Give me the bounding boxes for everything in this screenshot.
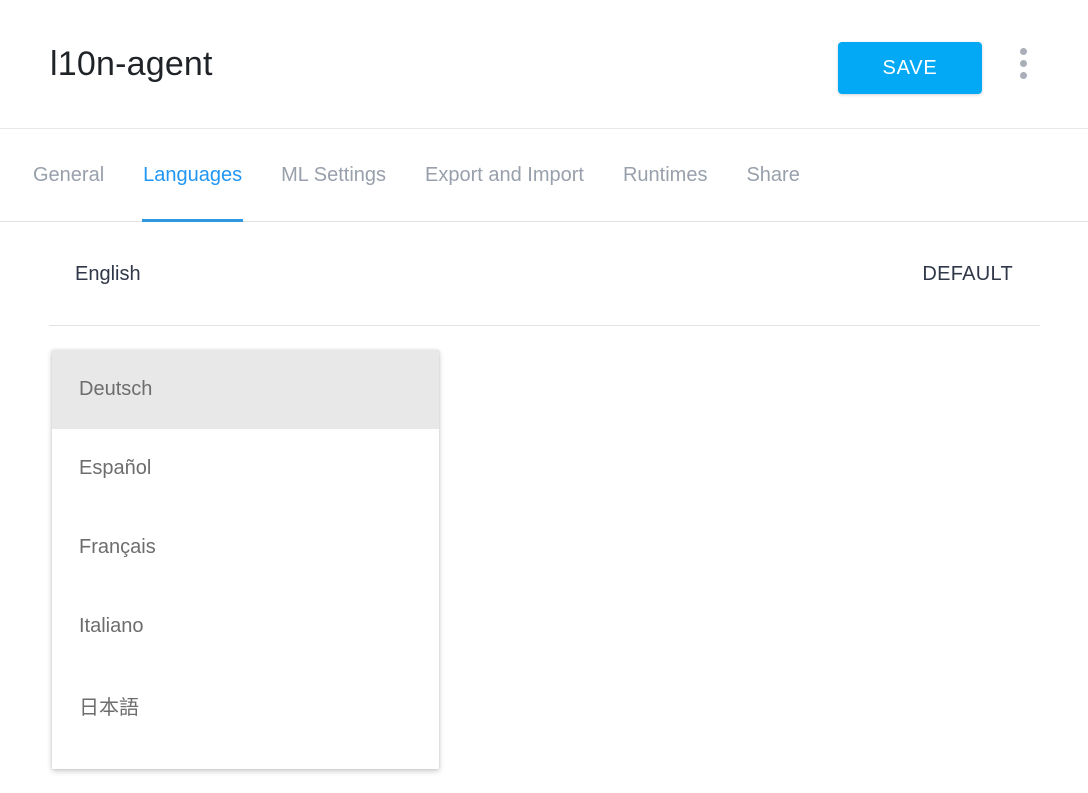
tab-ml-settings[interactable]: ML Settings: [281, 129, 386, 221]
kebab-menu-icon[interactable]: [1011, 46, 1035, 80]
default-badge: DEFAULT: [922, 263, 1013, 286]
divider: [49, 325, 1040, 326]
tab-export-and-import[interactable]: Export and Import: [425, 129, 584, 221]
tab-general[interactable]: General: [33, 129, 104, 221]
page-title: l10n-agent: [50, 45, 213, 84]
language-dropdown-menu: Deutsch Español Français Italiano 日本語: [52, 350, 439, 769]
kebab-dot: [1020, 72, 1027, 79]
header: l10n-agent SAVE: [0, 0, 1088, 129]
kebab-dot: [1020, 48, 1027, 55]
tab-languages[interactable]: Languages: [143, 129, 242, 221]
dropdown-item-francais[interactable]: Français: [52, 508, 439, 587]
tab-runtimes[interactable]: Runtimes: [623, 129, 707, 221]
language-name: English: [75, 263, 141, 286]
default-language-row[interactable]: English DEFAULT: [0, 222, 1088, 326]
dropdown-item-japanese[interactable]: 日本語: [52, 666, 439, 745]
dropdown-item-espanol[interactable]: Español: [52, 429, 439, 508]
save-button[interactable]: SAVE: [838, 42, 982, 94]
kebab-dot: [1020, 60, 1027, 67]
tab-share[interactable]: Share: [746, 129, 799, 221]
tab-bar: General Languages ML Settings Export and…: [0, 129, 1088, 222]
dropdown-item-italiano[interactable]: Italiano: [52, 587, 439, 666]
dropdown-item-deutsch[interactable]: Deutsch: [52, 350, 439, 429]
